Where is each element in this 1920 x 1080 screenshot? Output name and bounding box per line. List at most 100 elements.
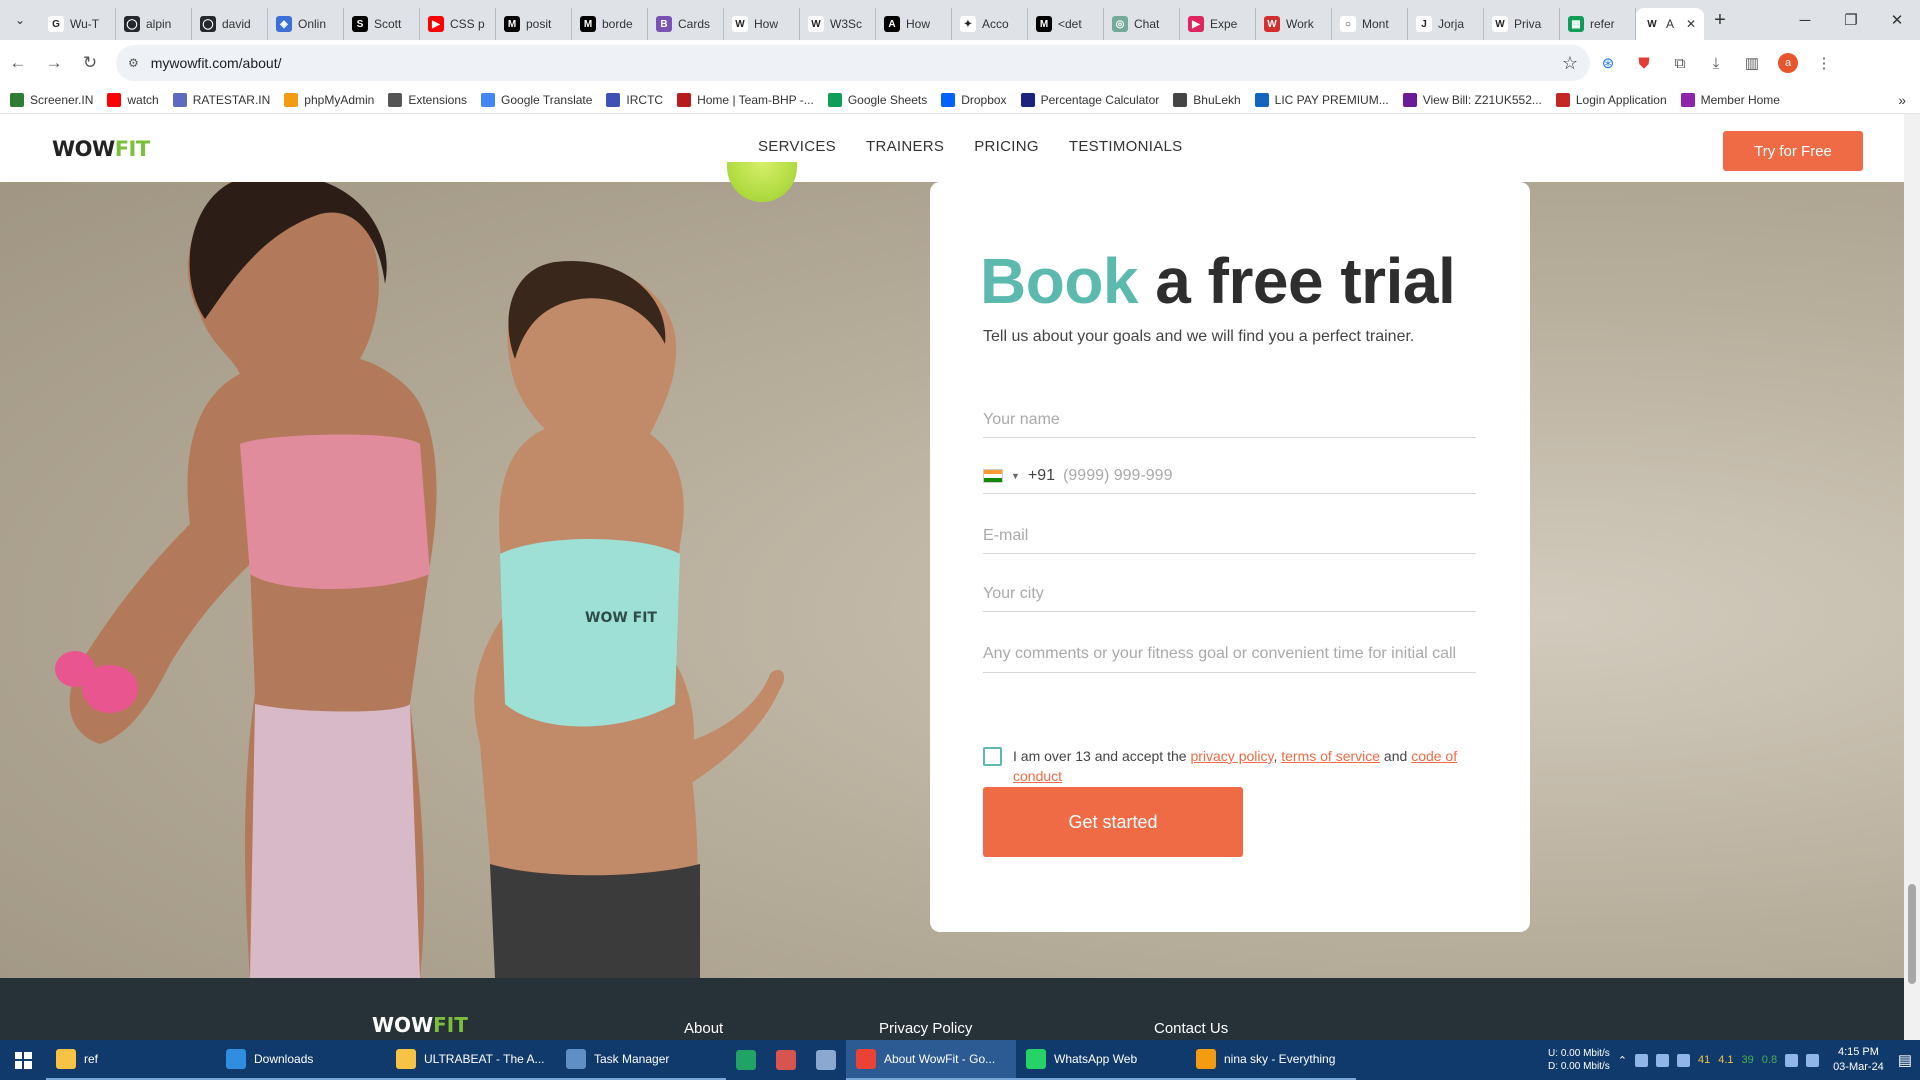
taskbar-item[interactable]: ref [46,1040,216,1080]
taskbar-item[interactable] [766,1040,806,1080]
system-clock[interactable]: 4:15 PM 03-Mar-24 [1833,1045,1884,1075]
taskbar-item[interactable] [806,1040,846,1080]
taskbar-item[interactable]: Downloads [216,1040,386,1080]
nav-testimonials[interactable]: TESTIMONIALS [1069,138,1183,155]
profile-button[interactable]: a [1770,45,1806,81]
side-panel-icon[interactable]: ▥ [1734,45,1770,81]
download-icon[interactable]: ⤓ [1698,45,1734,81]
bookmark-item[interactable]: Google Translate [481,92,592,107]
back-icon[interactable]: ← [0,45,36,81]
extensions-puzzle-icon[interactable]: ⧉ [1662,45,1698,81]
bookmark-item[interactable]: phpMyAdmin [284,92,374,107]
tab-item[interactable]: ○ Mont [1332,8,1408,40]
terms-of-service-link[interactable]: terms of service [1281,748,1380,764]
email-field[interactable]: E-mail [983,527,1476,554]
tab-item[interactable]: ◎ Chat [1104,8,1180,40]
taskbar-item[interactable]: Task Manager [556,1040,726,1080]
chevron-down-icon[interactable]: ▼ [1011,471,1020,481]
footer-privacy-link[interactable]: Privacy Policy [879,1020,972,1037]
nav-services[interactable]: SERVICES [758,138,836,155]
tab-close-icon[interactable]: ✕ [1686,17,1696,31]
tab-item[interactable]: Mposit [496,8,572,40]
bookmark-item[interactable]: IRCTC [606,92,663,107]
nav-pricing[interactable]: PRICING [974,138,1039,155]
tab-search-icon[interactable]: ⌄ [0,0,40,40]
bookmark-item[interactable]: Google Sheets [827,92,927,107]
bookmark-item[interactable]: Login Application [1555,92,1667,107]
minimize-icon[interactable]: ─ [1782,0,1828,40]
footer-logo[interactable]: WOWFIT [372,1013,468,1037]
get-started-button[interactable]: Get started [983,787,1243,857]
taskbar-item[interactable]: WhatsApp Web [1016,1040,1186,1080]
tab-item[interactable]: W How [724,8,800,40]
menu-kebab-icon[interactable]: ⋮ [1806,45,1842,81]
tab-item[interactable]: W Priva [1484,8,1560,40]
extension-icon[interactable]: ⊛ [1590,45,1626,81]
tab-item[interactable]: ✦ Acco [952,8,1028,40]
bookmark-star-icon[interactable]: ☆ [1562,53,1578,74]
new-tab-button[interactable]: + [1704,9,1736,32]
bookmark-item[interactable]: Screener.IN [10,92,93,107]
taskbar-item[interactable] [726,1040,766,1080]
tab-item[interactable]: J Jorja [1408,8,1484,40]
tab-item[interactable]: W W3Sc [800,8,876,40]
comments-field[interactable]: Any comments or your fitness goal or con… [983,644,1476,673]
bookmark-item[interactable]: watch [107,92,159,107]
tab-item[interactable]: W Work [1256,8,1332,40]
reload-icon[interactable]: ↻ [72,45,108,81]
try-for-free-button[interactable]: Try for Free [1723,131,1863,171]
volume-icon[interactable] [1806,1053,1820,1067]
bookmark-item[interactable]: View Bill: Z21UK552... [1402,92,1542,107]
restore-icon[interactable]: ❐ [1828,0,1874,40]
tab-item[interactable]: ◈ Onlin [268,8,344,40]
tab-item[interactable]: G Wu-T [40,8,116,40]
bookmarks-overflow-icon[interactable]: » [1898,92,1906,108]
tray-search-icon[interactable] [1655,1053,1669,1067]
tab-active[interactable]: W A ✕ [1636,8,1704,40]
name-field[interactable]: Your name [983,411,1476,438]
taskbar-item[interactable]: About WowFit - Go... [846,1040,1016,1080]
bookmark-item[interactable]: BhuLekh [1173,92,1241,107]
footer-about-link[interactable]: About [684,1020,723,1037]
phone-field[interactable]: ▼ +91 (9999) 999-999 [983,467,1476,494]
scrollbar-thumb[interactable] [1908,884,1916,984]
privacy-policy-link[interactable]: privacy policy [1190,748,1273,764]
nav-trainers[interactable]: TRAINERS [866,138,944,155]
taskbar-item[interactable]: ULTRABEAT - The A... [386,1040,556,1080]
bookmark-item[interactable]: Percentage Calculator [1020,92,1159,107]
windows-start-icon[interactable] [0,1040,46,1080]
tab-item[interactable]: ▦ refer [1560,8,1636,40]
network-icon[interactable] [1785,1053,1799,1067]
bookmark-item[interactable]: Member Home [1680,92,1780,107]
tray-shield-icon[interactable] [1676,1053,1690,1067]
tab-item[interactable]: Mborde [572,8,648,40]
site-info-icon[interactable]: ⚙ [128,56,139,70]
tab-item[interactable]: ◯ alpin [116,8,192,40]
tray-chevron-icon[interactable]: ⌃ [1618,1054,1627,1067]
notifications-icon[interactable]: ▤ [1898,1051,1912,1069]
close-window-icon[interactable]: ✕ [1874,0,1920,40]
bookmark-item[interactable]: Home | Team-BHP -... [677,92,814,107]
bookmark-item[interactable]: Dropbox [941,92,1007,107]
tab-item[interactable]: S Scott [344,8,420,40]
bookmark-item[interactable]: Extensions [388,92,467,107]
forward-icon[interactable]: → [36,45,72,81]
page-scrollbar[interactable] [1904,114,1920,1040]
terms-checkbox[interactable] [983,747,1002,766]
address-bar[interactable]: ⚙ mywowfit.com/about/ ☆ [116,45,1590,81]
tab-item[interactable]: M <det [1028,8,1104,40]
tab-item[interactable]: ▶ CSS p [420,8,496,40]
tab-item[interactable]: B Cards [648,8,724,40]
tab-item[interactable]: A How [876,8,952,40]
bookmark-item[interactable]: LIC PAY PREMIUM... [1254,92,1389,107]
taskbar-item[interactable]: nina sky - Everything [1186,1040,1356,1080]
city-field[interactable]: Your city [983,585,1476,612]
india-flag-icon[interactable] [983,469,1003,483]
footer-contact-link[interactable]: Contact Us [1154,1020,1228,1037]
site-logo[interactable]: WOWFIT [52,137,150,161]
brave-shield-icon[interactable]: ⛊ [1626,45,1662,81]
bookmark-item[interactable]: RATESTAR.IN [172,92,270,107]
tab-item[interactable]: ◯ david [192,8,268,40]
tray-app-icon[interactable] [1634,1053,1648,1067]
tab-item[interactable]: ▶ Expe [1180,8,1256,40]
